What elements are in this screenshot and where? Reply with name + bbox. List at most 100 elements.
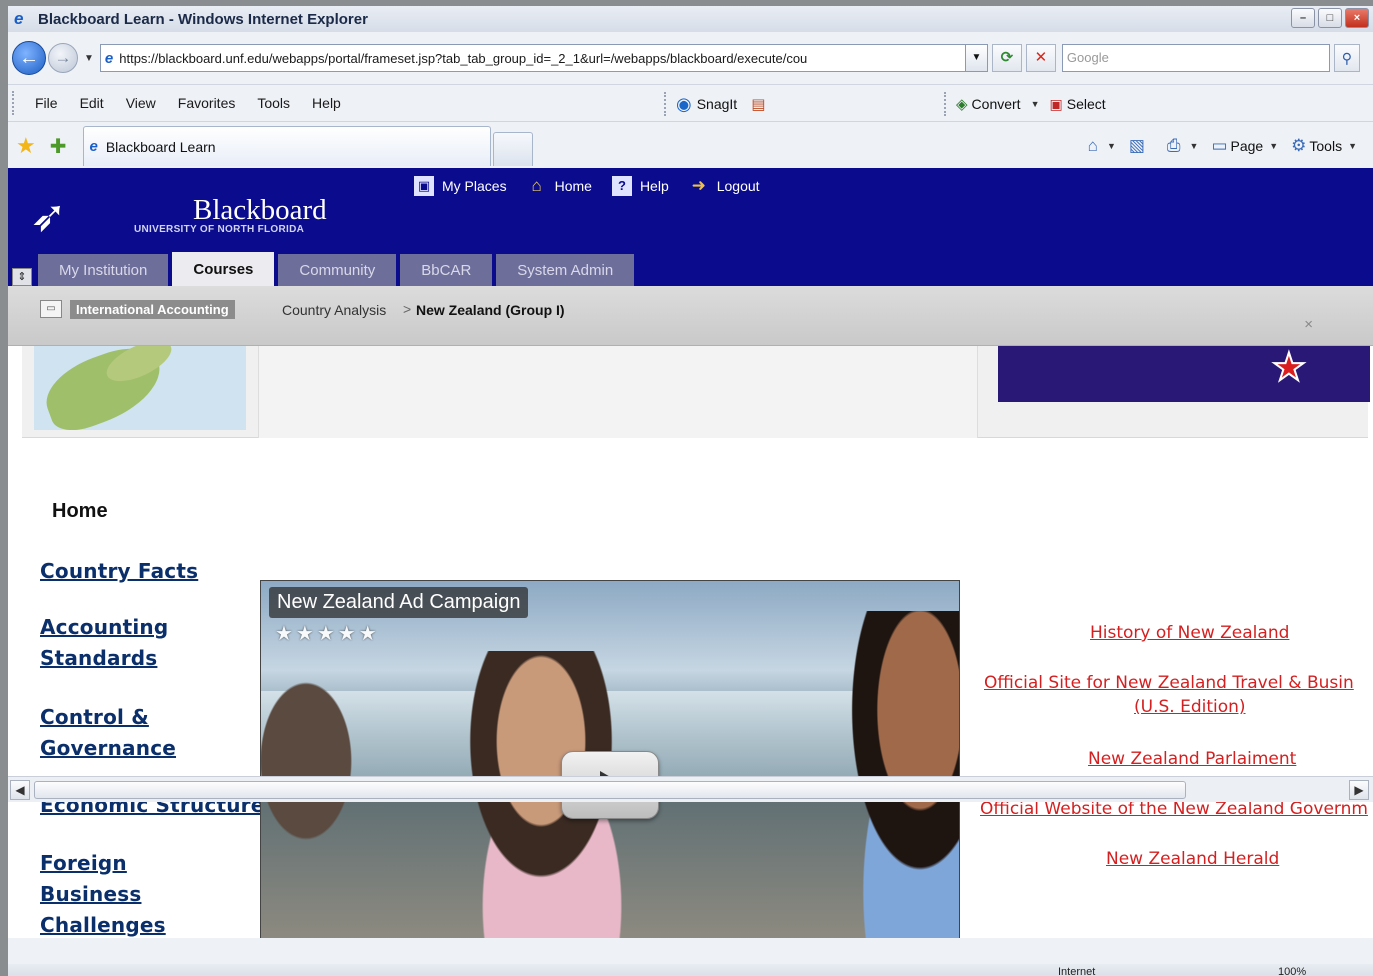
new-tab-button[interactable]: [492, 132, 533, 166]
page-dropdown-icon[interactable]: ▼: [1269, 141, 1278, 151]
link-history-of-new-zealand[interactable]: History of New Zealand: [1090, 623, 1289, 643]
tab-community[interactable]: Community: [278, 254, 397, 288]
breadcrumb-current: New Zealand (Group I): [416, 302, 565, 318]
my-places-icon: ▣: [414, 176, 434, 196]
url-text: https://blackboard.unf.edu/webapps/porta…: [119, 50, 808, 66]
home-dropdown-icon[interactable]: ▼: [1107, 141, 1116, 151]
toolbar-grip: [12, 91, 14, 115]
breadcrumb-separator: >: [403, 301, 412, 317]
convert-dropdown-icon[interactable]: ▼: [1031, 99, 1040, 109]
url-input[interactable]: e https://blackboard.unf.edu/webapps/por…: [99, 44, 966, 72]
internet-explorer-icon: e: [14, 9, 24, 28]
help-icon: ?: [611, 176, 632, 196]
logout-link[interactable]: ➜ Logout: [689, 176, 760, 196]
breadcrumb-course[interactable]: International Accounting: [70, 300, 235, 319]
menu-favorites[interactable]: Favorites: [167, 95, 247, 111]
link-new-zealand-government[interactable]: Official Website of the New Zealand Gove…: [980, 799, 1368, 819]
snagit-toolbar: ◉ SnagIt ▤: [660, 85, 765, 123]
university-subtitle: UNIVERSITY OF NORTH FLORIDA: [134, 224, 305, 235]
url-dropdown-button[interactable]: ▼: [965, 44, 988, 72]
close-icon[interactable]: ×: [1304, 316, 1313, 333]
video-scene: [821, 611, 959, 938]
link-new-zealand-herald[interactable]: New Zealand Herald: [1106, 849, 1279, 869]
toolbar-grip: [664, 92, 666, 116]
scroll-right-icon[interactable]: ▶: [1349, 780, 1369, 800]
search-input[interactable]: Google: [1061, 44, 1330, 72]
history-dropdown-icon[interactable]: ▼: [84, 53, 94, 64]
zoom-level[interactable]: 100%: [1278, 966, 1306, 976]
link-official-travel-site[interactable]: Official Site for New Zealand Travel & B…: [984, 673, 1354, 693]
feeds-icon[interactable]: ▧: [1129, 136, 1145, 156]
banner-middle: [258, 346, 978, 438]
home-icon[interactable]: ⌂: [1088, 136, 1098, 156]
nav-home: Home: [52, 500, 108, 522]
video-rating[interactable]: ★★★★★: [275, 621, 380, 646]
tab-system-admin[interactable]: System Admin: [496, 254, 635, 288]
favorites-star-icon[interactable]: ★: [16, 133, 36, 159]
menu-help[interactable]: Help: [301, 95, 352, 111]
forward-button[interactable]: →: [48, 43, 78, 73]
tab-courses[interactable]: Courses: [172, 252, 275, 288]
window-title: Blackboard Learn - Windows Internet Expl…: [38, 10, 368, 28]
osprey-logo-icon: ➶: [30, 192, 67, 241]
scroll-left-icon[interactable]: ◀: [10, 780, 30, 800]
help-label: Help: [639, 178, 669, 194]
snagit-window-icon[interactable]: ▤: [751, 95, 765, 113]
menu-view[interactable]: View: [115, 95, 167, 111]
video-title: New Zealand Ad Campaign: [269, 587, 529, 618]
nav-link-country-facts[interactable]: Country Facts: [40, 556, 198, 587]
page-menu-button[interactable]: Page: [1231, 138, 1264, 154]
security-zone: Internet: [1058, 966, 1096, 976]
home-link[interactable]: ⌂ Home: [527, 176, 592, 196]
help-link[interactable]: ? Help: [611, 176, 669, 196]
nav-link-foreign-business-challenges[interactable]: Foreign Business Challenges: [40, 848, 230, 938]
web-page: ➶ Blackboard UNIVERSITY OF NORTH FLORIDA…: [8, 168, 1373, 938]
course-menu-icon[interactable]: ▭: [40, 300, 62, 318]
minimize-button[interactable]: –: [1291, 8, 1315, 28]
my-places-label: My Places: [442, 178, 507, 194]
search-icon[interactable]: ⚲: [1333, 44, 1360, 72]
snagit-icon[interactable]: ◉: [676, 94, 692, 115]
convert-button[interactable]: Convert: [972, 96, 1021, 112]
horizontal-scrollbar[interactable]: ◀ ▶: [8, 776, 1373, 802]
select-icon[interactable]: ▣: [1050, 96, 1063, 113]
print-icon[interactable]: ⎙: [1167, 136, 1181, 156]
close-window-button[interactable]: ×: [1345, 8, 1369, 28]
tools-gear-icon[interactable]: ⚙: [1291, 136, 1306, 156]
back-button[interactable]: ←: [12, 41, 46, 75]
tab-my-institution[interactable]: My Institution: [38, 254, 169, 288]
convert-icon[interactable]: ◈: [956, 95, 968, 113]
menu-tools[interactable]: Tools: [246, 95, 301, 111]
print-dropdown-icon[interactable]: ▼: [1190, 141, 1199, 151]
blackboard-title: Blackboard: [193, 194, 327, 226]
maximize-button[interactable]: □: [1318, 8, 1342, 28]
flag-star-icon: ★: [1271, 347, 1307, 389]
tab-blackboard-learn[interactable]: e Blackboard Learn: [82, 126, 491, 166]
add-favorite-icon[interactable]: ✚: [50, 134, 67, 159]
breadcrumb-section[interactable]: Country Analysis: [282, 302, 386, 318]
select-button[interactable]: Select: [1067, 96, 1106, 112]
menu-file[interactable]: File: [24, 95, 69, 111]
tools-dropdown-icon[interactable]: ▼: [1348, 141, 1357, 151]
status-bar: Internet 100%: [8, 964, 1373, 976]
scrollbar-thumb[interactable]: [34, 781, 1186, 799]
video-player[interactable]: New Zealand Ad Campaign ★★★★★: [260, 580, 960, 938]
menu-edit[interactable]: Edit: [69, 95, 115, 111]
page-menu-icon[interactable]: ▭: [1211, 136, 1227, 156]
tab-bbcar[interactable]: BbCAR: [400, 254, 493, 288]
link-new-zealand-parliament[interactable]: New Zealand Parlaiment: [1088, 749, 1296, 769]
refresh-button[interactable]: ⟳: [991, 44, 1022, 72]
tools-menu-button[interactable]: Tools: [1309, 138, 1342, 154]
nav-link-accounting-standards[interactable]: Accounting Standards: [40, 612, 180, 674]
snagit-button[interactable]: SnagIt: [697, 96, 737, 112]
top-links: ▣ My Places ⌂ Home ? Help ➜ Logout: [414, 176, 780, 196]
stop-button[interactable]: ✕: [1025, 44, 1056, 72]
browser-window: e Blackboard Learn - Windows Internet Ex…: [8, 6, 1373, 976]
collapse-menu-icon[interactable]: ⇕: [12, 268, 32, 286]
nav-link-control-governance[interactable]: Control & Governance: [40, 702, 180, 764]
favorites-bar: ★ ✚ e Blackboard Learn ⌂ ▼ ▧ ⎙ ▼ ▭ Page …: [8, 124, 1373, 168]
title-bar: e Blackboard Learn - Windows Internet Ex…: [8, 6, 1373, 32]
home-label: Home: [554, 178, 592, 194]
my-places-link[interactable]: ▣ My Places: [414, 176, 507, 196]
link-us-edition[interactable]: (U.S. Edition): [1134, 697, 1246, 717]
